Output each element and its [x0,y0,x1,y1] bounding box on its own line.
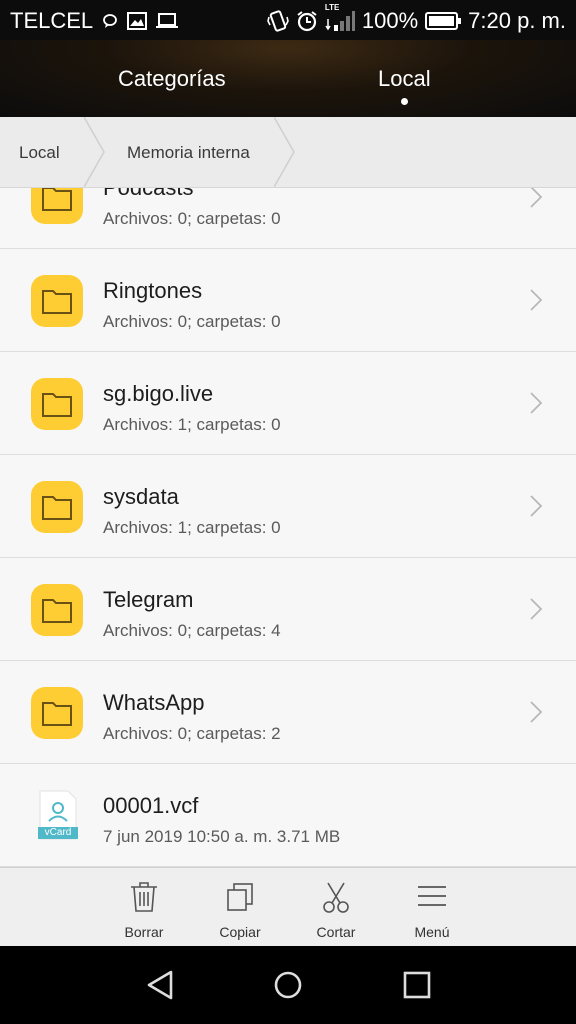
breadcrumb: Local Memoria interna [0,117,576,188]
tab-categorias[interactable]: Categorías [118,66,226,92]
tab-local[interactable]: Local [378,66,431,92]
chevron-right-icon [530,289,543,311]
trash-icon [131,882,157,912]
file-name: Podcasts [103,188,194,201]
file-info: Archivos: 1; carpetas: 0 [103,415,281,434]
signal-icon: LTE [325,3,355,33]
chat-bubble-icon [102,13,118,29]
chevron-right-icon [530,495,543,517]
vcard-icon: vCard [38,790,78,840]
file-info: 7 jun 2019 10:50 a. m. 3.71 MB [103,827,341,846]
file-info: Archivos: 0; carpetas: 2 [103,724,281,743]
carrier-name: TELCEL [10,8,94,33]
battery-percent: 100% [361,8,419,33]
list-item[interactable]: Ringtones Archivos: 0; carpetas: 0 [0,249,576,352]
delete-button[interactable]: Borrar [96,868,192,947]
recents-icon[interactable] [401,969,433,1001]
copy-icon [227,883,253,911]
file-name: sysdata [103,484,179,509]
tab-bar: Categorías Local [0,40,576,117]
list-item[interactable]: Podcasts Archivos: 0; carpetas: 0 [0,188,576,249]
breadcrumb-memoria-interna[interactable]: Memoria interna [127,143,250,163]
folder-icon [31,687,83,739]
menu-label: Menú [414,924,450,940]
folder-icon [31,584,83,636]
delete-label: Borrar [124,924,164,940]
list-item[interactable]: Telegram Archivos: 0; carpetas: 4 [0,558,576,661]
tab-selected-indicator [401,98,408,105]
cut-label: Cortar [316,924,356,940]
action-toolbar: Borrar Copiar Cortar Menú [0,867,576,947]
navigation-bar [0,946,576,1024]
list-item[interactable]: WhatsApp Archivos: 0; carpetas: 2 [0,661,576,764]
file-name: 00001.vcf [103,793,199,818]
cut-button[interactable]: Cortar [288,868,384,947]
file-name: Telegram [103,587,194,612]
chevron-right-icon [530,392,543,414]
clock: 7:20 p. m. [468,8,566,33]
chevron-right-icon [530,701,543,723]
list-item[interactable]: sg.bigo.live Archivos: 1; carpetas: 0 [0,352,576,455]
list-item[interactable]: sysdata Archivos: 1; carpetas: 0 [0,455,576,558]
home-icon[interactable] [272,969,304,1001]
menu-icon [418,886,446,906]
copy-label: Copiar [219,924,261,940]
scissors-icon [323,882,349,913]
file-name: sg.bigo.live [103,381,214,406]
status-bar: TELCEL LTE 100% 7:20 p. m. [0,0,576,40]
menu-button[interactable]: Menú [384,868,480,947]
file-list[interactable]: Podcasts Archivos: 0; carpetas: 0 Ringto… [0,188,576,867]
breadcrumb-separator [84,117,105,187]
folder-icon [31,378,83,430]
breadcrumb-separator [274,117,295,187]
file-name: WhatsApp [103,690,205,715]
breadcrumb-local[interactable]: Local [19,143,60,163]
image-icon [127,12,148,30]
folder-icon [31,275,83,327]
file-info: Archivos: 0; carpetas: 4 [103,621,281,640]
file-info: Archivos: 0; carpetas: 0 [103,312,281,331]
folder-icon [31,188,83,224]
file-info: Archivos: 0; carpetas: 0 [103,209,281,228]
vcard-badge: vCard [44,827,72,838]
list-item[interactable]: vCard 00001.vcf 7 jun 2019 10:50 a. m. 3… [0,764,576,867]
vibrate-icon [267,10,289,32]
file-name: Ringtones [103,278,203,303]
file-info: Archivos: 1; carpetas: 0 [103,518,281,537]
alarm-icon [296,10,318,32]
back-icon[interactable] [145,969,177,1001]
laptop-icon [156,13,179,29]
folder-icon [31,481,83,533]
copy-button[interactable]: Copiar [192,868,288,947]
chevron-right-icon [530,598,543,620]
chevron-right-icon [530,188,543,208]
lte-label: LTE [324,3,340,12]
battery-icon [425,12,462,30]
